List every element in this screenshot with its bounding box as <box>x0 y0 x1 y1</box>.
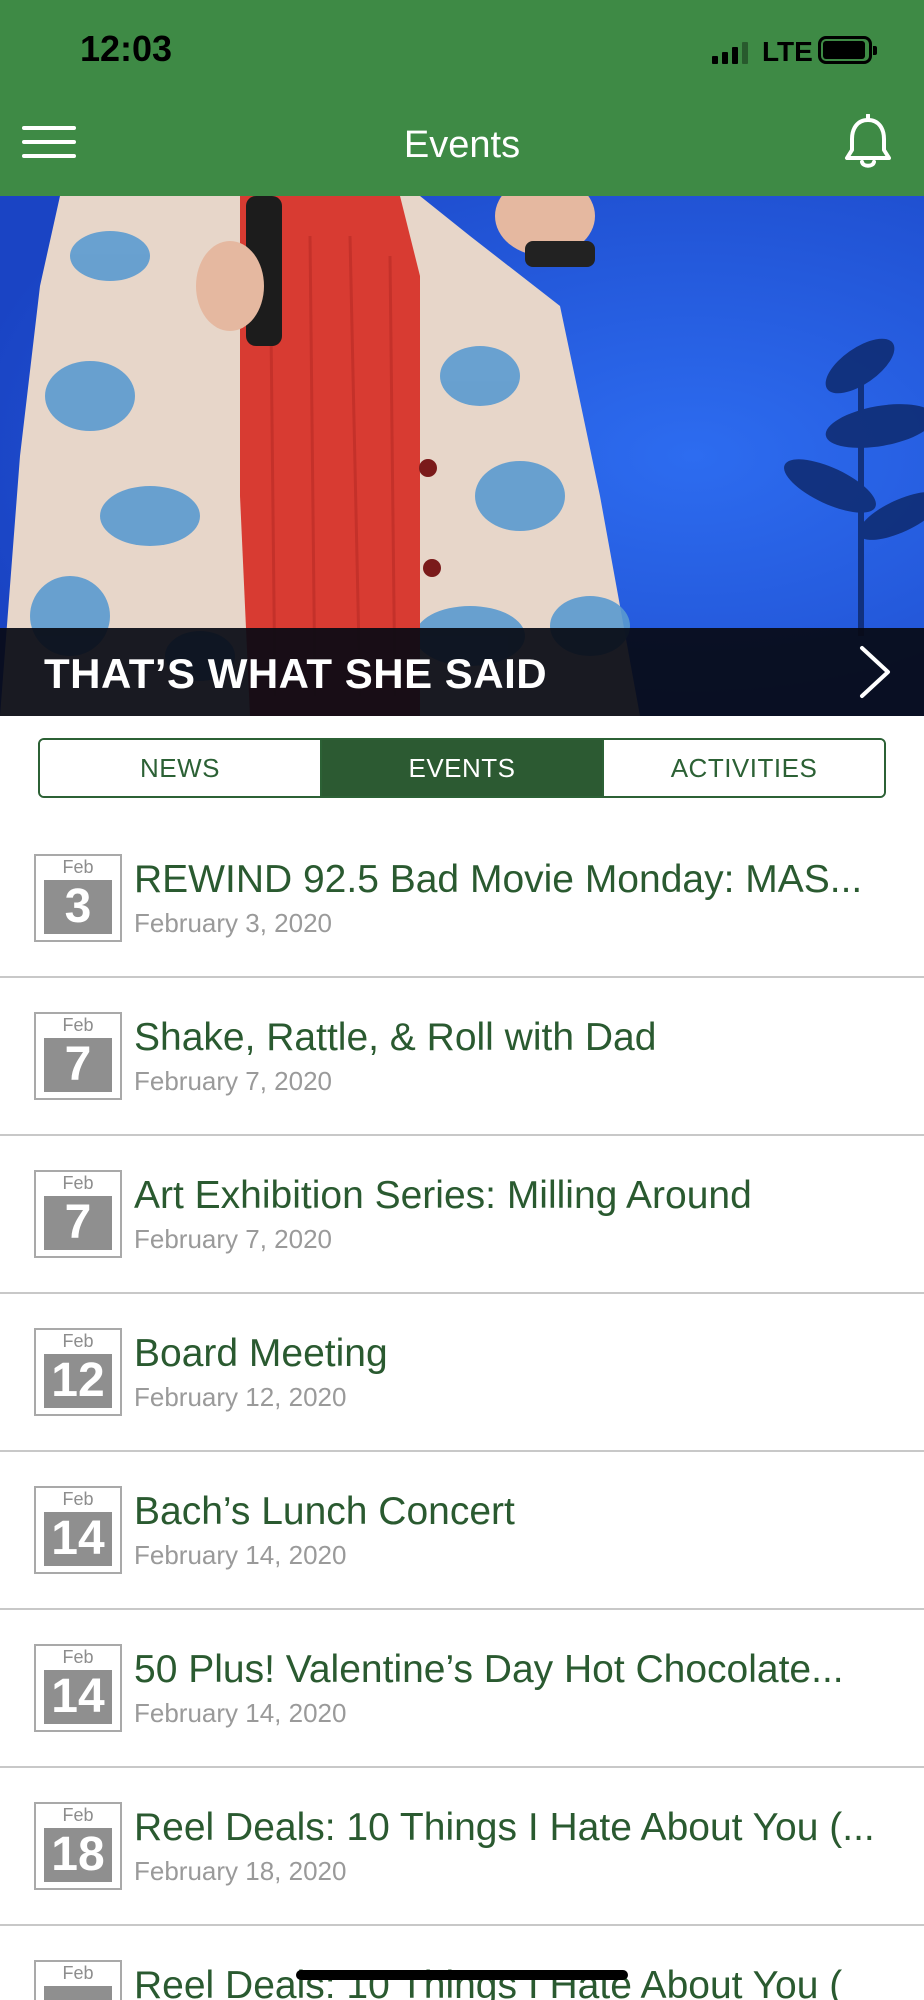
event-title: Shake, Rattle, & Roll with Dad <box>134 1016 657 1059</box>
calendar-icon: Feb <box>34 1960 122 2000</box>
event-title: REWIND 92.5 Bad Movie Monday: MAS... <box>134 858 863 901</box>
calendar-day <box>44 1986 112 2000</box>
calendar-month: Feb <box>62 1489 94 1509</box>
calendar-icon: Feb 14 <box>34 1486 122 1574</box>
event-title: 50 Plus! Valentine’s Day Hot Chocolate..… <box>134 1648 844 1691</box>
featured-event-banner[interactable]: THAT’S WHAT SHE SAID <box>0 196 924 716</box>
event-date: February 7, 2020 <box>134 1224 333 1254</box>
tab-activities[interactable]: ACTIVITIES <box>604 740 884 796</box>
event-title: Reel Deals: 10 Things I Hate About You (… <box>134 1806 875 1849</box>
page-title: Events <box>403 124 521 166</box>
event-title: Art Exhibition Series: Milling Around <box>134 1174 752 1217</box>
hero-title: THAT’S WHAT SHE SAID <box>44 650 548 697</box>
hero-caption-bar: THAT’S WHAT SHE SAID <box>0 628 924 716</box>
events-list: Feb 3 REWIND 92.5 Bad Movie Monday: MAS.… <box>0 820 924 2000</box>
calendar-day: 7 <box>44 1196 112 1250</box>
calendar-month: Feb <box>62 1647 94 1667</box>
event-date: February 14, 2020 <box>134 1698 347 1728</box>
calendar-day: 7 <box>44 1038 112 1092</box>
tab-news[interactable]: NEWS <box>40 740 322 796</box>
event-date: February 12, 2020 <box>134 1382 347 1412</box>
calendar-month: Feb <box>62 1805 94 1825</box>
list-item[interactable]: Feb 7 Shake, Rattle, & Roll with Dad Feb… <box>0 978 924 1136</box>
battery-icon <box>818 36 877 64</box>
chevron-right-icon[interactable] <box>854 644 894 700</box>
list-item[interactable]: Feb 7 Art Exhibition Series: Milling Aro… <box>0 1136 924 1294</box>
list-item[interactable]: Feb 18 Reel Deals: 10 Things I Hate Abou… <box>0 1768 924 1926</box>
calendar-month: Feb <box>62 1015 94 1035</box>
calendar-day: 12 <box>44 1354 112 1408</box>
event-date: February 3, 2020 <box>134 908 333 938</box>
calendar-icon: Feb 7 <box>34 1170 122 1258</box>
calendar-day: 18 <box>44 1828 112 1882</box>
list-item[interactable]: Feb Reel Deals: 10 Things I Hate About Y… <box>0 1926 924 2000</box>
tab-events[interactable]: EVENTS <box>322 740 604 796</box>
calendar-icon: Feb 14 <box>34 1644 122 1732</box>
calendar-icon: Feb 12 <box>34 1328 122 1416</box>
calendar-icon: Feb 18 <box>34 1802 122 1890</box>
segmented-tabs: NEWS EVENTS ACTIVITIES <box>38 738 886 798</box>
calendar-icon: Feb 7 <box>34 1012 122 1100</box>
event-title: Bach’s Lunch Concert <box>134 1490 515 1533</box>
calendar-icon: Feb 3 <box>34 854 122 942</box>
calendar-day: 14 <box>44 1670 112 1724</box>
calendar-month: Feb <box>62 1173 94 1193</box>
network-type: LTE <box>762 36 813 67</box>
status-time: 12:03 <box>80 28 173 69</box>
calendar-month: Feb <box>62 1331 94 1351</box>
home-indicator[interactable] <box>296 1970 628 1980</box>
app-header: 12:03 LTE Events <box>0 0 924 196</box>
calendar-month: Feb <box>62 857 94 877</box>
list-item[interactable]: Feb 12 Board Meeting February 12, 2020 <box>0 1294 924 1452</box>
notifications-bell-icon[interactable] <box>842 113 894 170</box>
calendar-month: Feb <box>62 1963 94 1983</box>
event-date: February 18, 2020 <box>134 1856 347 1886</box>
event-date: February 14, 2020 <box>134 1540 347 1570</box>
list-item[interactable]: Feb 3 REWIND 92.5 Bad Movie Monday: MAS.… <box>0 820 924 978</box>
cellular-signal-icon <box>712 40 748 64</box>
event-date: February 7, 2020 <box>134 1066 333 1096</box>
calendar-day: 3 <box>44 880 112 934</box>
list-item[interactable]: Feb 14 50 Plus! Valentine’s Day Hot Choc… <box>0 1610 924 1768</box>
list-item[interactable]: Feb 14 Bach’s Lunch Concert February 14,… <box>0 1452 924 1610</box>
calendar-day: 14 <box>44 1512 112 1566</box>
event-title: Board Meeting <box>134 1332 388 1375</box>
